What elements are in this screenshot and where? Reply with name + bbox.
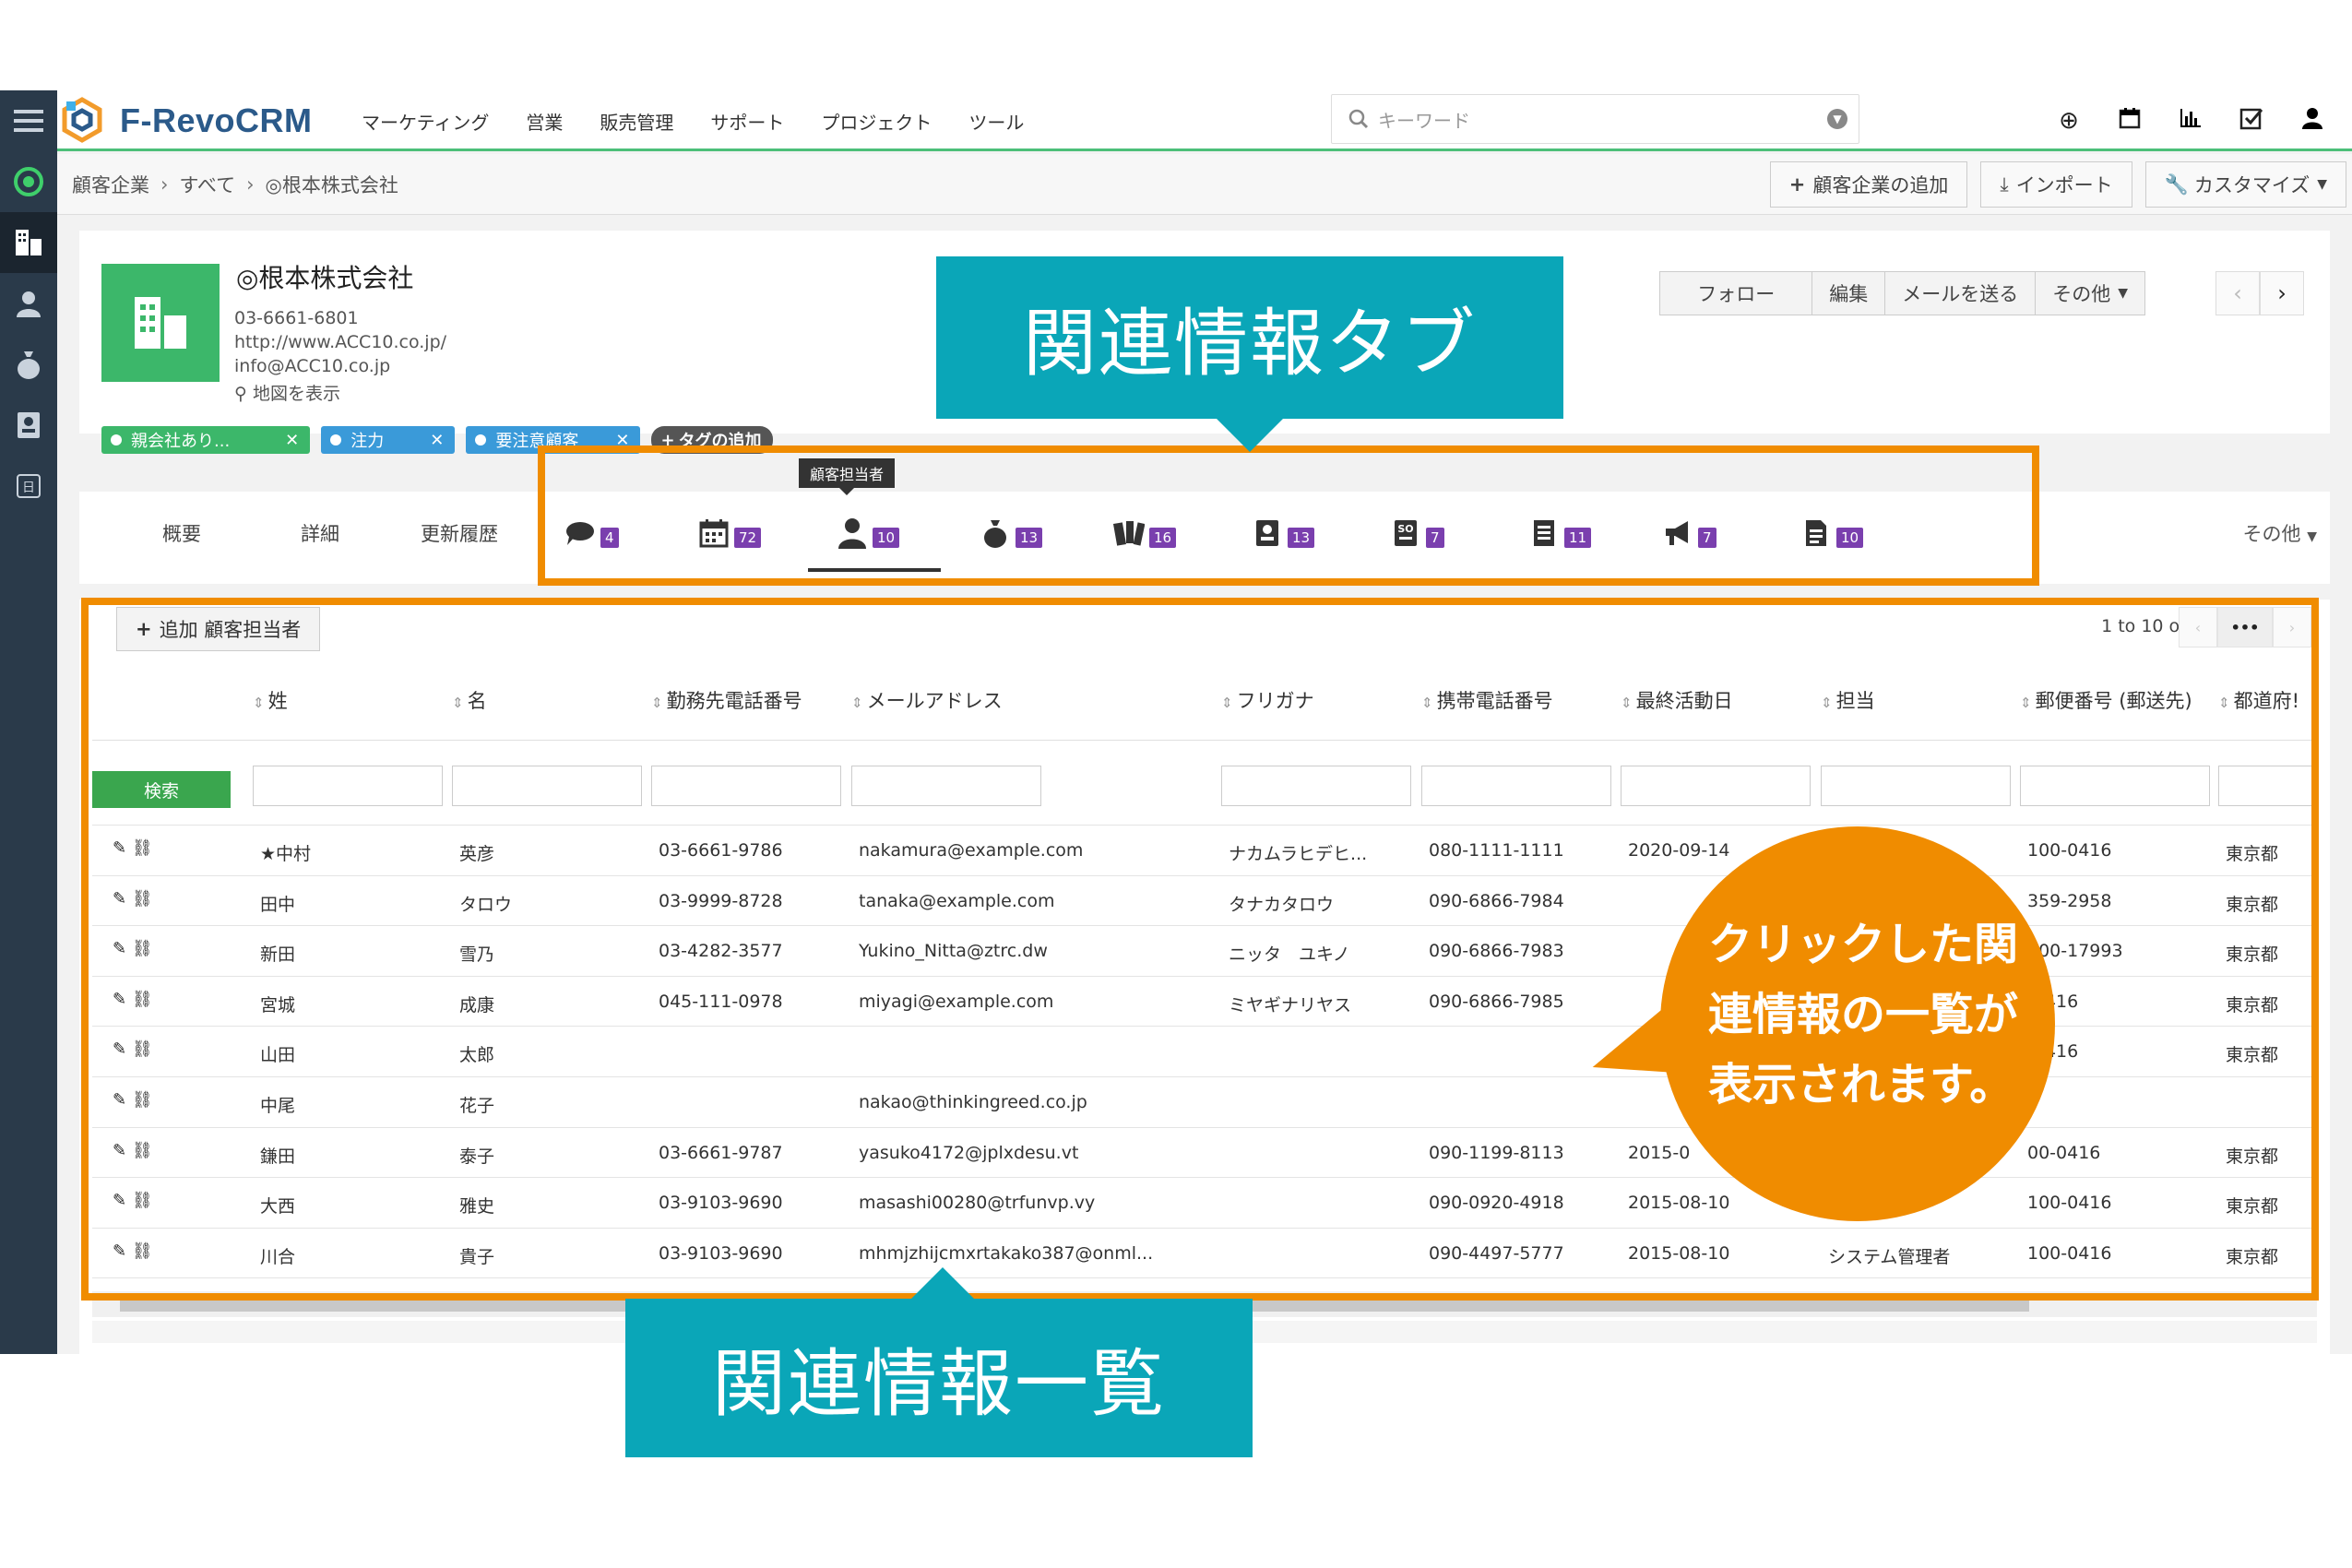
tag-dot-icon bbox=[475, 434, 487, 445]
import-label: インポート bbox=[2015, 174, 2113, 196]
top-actions: ⊕ bbox=[2038, 90, 2343, 151]
search-icon bbox=[1348, 109, 1369, 129]
chevron-right-icon: › bbox=[160, 173, 169, 196]
search-placeholder: キーワード bbox=[1378, 109, 1470, 132]
caret-down-icon: ▼ bbox=[2118, 286, 2128, 301]
more-actions-label: その他 bbox=[2052, 283, 2111, 305]
menu-project[interactable]: プロジェクト bbox=[821, 108, 932, 135]
left-rail: 日 bbox=[0, 90, 57, 1354]
show-map-label: 地図を表示 bbox=[252, 384, 340, 404]
breadcrumb-filter[interactable]: すべて bbox=[179, 171, 235, 198]
add-account-button[interactable]: + 顧客企業の追加 bbox=[1769, 161, 1968, 208]
menu-marketing[interactable]: マーケティング bbox=[362, 108, 489, 135]
app-name: F-RevoCRM bbox=[120, 101, 313, 139]
tag-dot-icon bbox=[111, 434, 122, 445]
module-actions: + 顧客企業の追加 ⤓ インポート 🔧 カスタマイズ ▼ bbox=[1757, 161, 2346, 208]
tabs-highlight-box bbox=[538, 445, 2039, 586]
bubble-line: 連情報の一覧が bbox=[1708, 989, 2019, 1040]
customize-label: カスタマイズ bbox=[2193, 174, 2310, 196]
breadcrumb-module[interactable]: 顧客企業 bbox=[72, 171, 149, 198]
tab-more-label: その他 bbox=[2242, 523, 2301, 545]
bottom-callout: 関連情報一覧 bbox=[625, 1267, 1253, 1457]
menu-tools[interactable]: ツール bbox=[968, 108, 1024, 135]
account-email[interactable]: info@ACC10.co.jp bbox=[234, 356, 390, 376]
tag-label: 親会社あり... bbox=[131, 432, 231, 451]
dashboard-icon[interactable] bbox=[0, 151, 57, 212]
menu-sales[interactable]: 営業 bbox=[526, 108, 563, 135]
customize-button[interactable]: 🔧 カスタマイズ ▼ bbox=[2144, 161, 2346, 208]
hamburger-menu-icon[interactable] bbox=[0, 90, 57, 151]
svg-text:日: 日 bbox=[22, 481, 35, 495]
calendar-day-icon[interactable]: 日 bbox=[0, 456, 57, 517]
caret-down-icon: ▼ bbox=[2317, 177, 2327, 192]
tag-chip[interactable]: 注力 ✕ bbox=[321, 426, 456, 454]
import-button[interactable]: ⤓ インポート bbox=[1980, 161, 2132, 208]
global-search-input[interactable]: キーワード ▼ bbox=[1331, 94, 1859, 144]
building-icon bbox=[135, 297, 186, 349]
contact-card-icon[interactable] bbox=[0, 395, 57, 456]
close-icon[interactable]: ✕ bbox=[430, 431, 444, 450]
tab-summary[interactable]: 概要 bbox=[162, 519, 201, 547]
tab-more[interactable]: その他 ▼ bbox=[2243, 519, 2317, 547]
record-actions: フォロー 編集 メールを送る その他 ▼ bbox=[1659, 271, 2145, 315]
breadcrumb: 顧客企業 › すべて › ◎根本株式会社 bbox=[72, 154, 398, 215]
edit-button[interactable]: 編集 bbox=[1812, 271, 1886, 315]
add-account-label: 顧客企業の追加 bbox=[1812, 174, 1949, 196]
caret-down-icon: ▼ bbox=[2307, 529, 2317, 544]
download-icon: ⤓ bbox=[2000, 172, 2009, 196]
plus-circle-icon[interactable]: ⊕ bbox=[2038, 107, 2099, 135]
record-pager: ‹ › bbox=[2215, 271, 2304, 315]
menu-inventory[interactable]: 販売管理 bbox=[600, 108, 673, 135]
close-icon[interactable]: ✕ bbox=[285, 431, 299, 450]
account-website[interactable]: http://www.ACC10.co.jp/ bbox=[234, 332, 446, 352]
more-actions-button[interactable]: その他 ▼ bbox=[2035, 271, 2145, 315]
building-icon[interactable] bbox=[0, 212, 57, 273]
checkbox-icon[interactable] bbox=[2221, 106, 2282, 137]
send-mail-button[interactable]: メールを送る bbox=[1884, 271, 2037, 315]
prev-record-button[interactable]: ‹ bbox=[2215, 271, 2260, 315]
tag-dot-icon bbox=[330, 434, 342, 445]
app-logo[interactable]: F-RevoCRM bbox=[57, 96, 313, 146]
top-navbar: F-RevoCRM マーケティング 営業 販売管理 サポート プロジェクト ツー… bbox=[57, 90, 2352, 151]
top-callout: 関連情報タブ bbox=[936, 256, 1563, 452]
breadcrumb-record: ◎根本株式会社 bbox=[265, 174, 398, 196]
money-bag-icon[interactable] bbox=[0, 334, 57, 395]
show-map-link[interactable]: ⚲ 地図を表示 bbox=[234, 380, 340, 405]
tag-chip[interactable]: 親会社あり... ✕ bbox=[101, 426, 311, 454]
breadcrumb-bar: 顧客企業 › すべて › ◎根本株式会社 + 顧客企業の追加 ⤓ インポート 🔧 カス… bbox=[57, 154, 2352, 215]
logo-icon bbox=[62, 97, 102, 143]
tag-label: 注力 bbox=[350, 432, 385, 451]
menu-support[interactable]: サポート bbox=[710, 108, 784, 135]
plus-icon: + bbox=[1788, 173, 1806, 196]
account-phone[interactable]: 03-6661-6801 bbox=[234, 308, 359, 328]
account-name: ◎根本株式会社 bbox=[236, 263, 414, 293]
main-menu: マーケティング 営業 販売管理 サポート プロジェクト ツール bbox=[362, 90, 1061, 151]
calendar-icon[interactable] bbox=[2099, 107, 2160, 136]
follow-button[interactable]: フォロー bbox=[1659, 271, 1813, 315]
tab-history[interactable]: 更新履歴 bbox=[421, 519, 498, 547]
chevron-right-icon: › bbox=[246, 173, 255, 196]
next-record-button[interactable]: › bbox=[2260, 271, 2304, 315]
bubble-line: 表示されます。 bbox=[1708, 1059, 2014, 1111]
chevron-down-icon[interactable]: ▼ bbox=[1827, 109, 1847, 129]
tab-details[interactable]: 詳細 bbox=[301, 519, 339, 547]
person-icon[interactable] bbox=[0, 273, 57, 334]
bubble-line: クリックした関 bbox=[1708, 919, 2019, 970]
account-avatar bbox=[101, 264, 220, 382]
map-pin-icon: ⚲ bbox=[234, 384, 247, 404]
bar-chart-icon[interactable] bbox=[2160, 107, 2221, 136]
explanation-bubble: クリックした関 連情報の一覧が 表示されます。 bbox=[1660, 826, 2055, 1221]
user-icon[interactable] bbox=[2282, 107, 2343, 136]
wrench-icon: 🔧 bbox=[2164, 172, 2189, 196]
